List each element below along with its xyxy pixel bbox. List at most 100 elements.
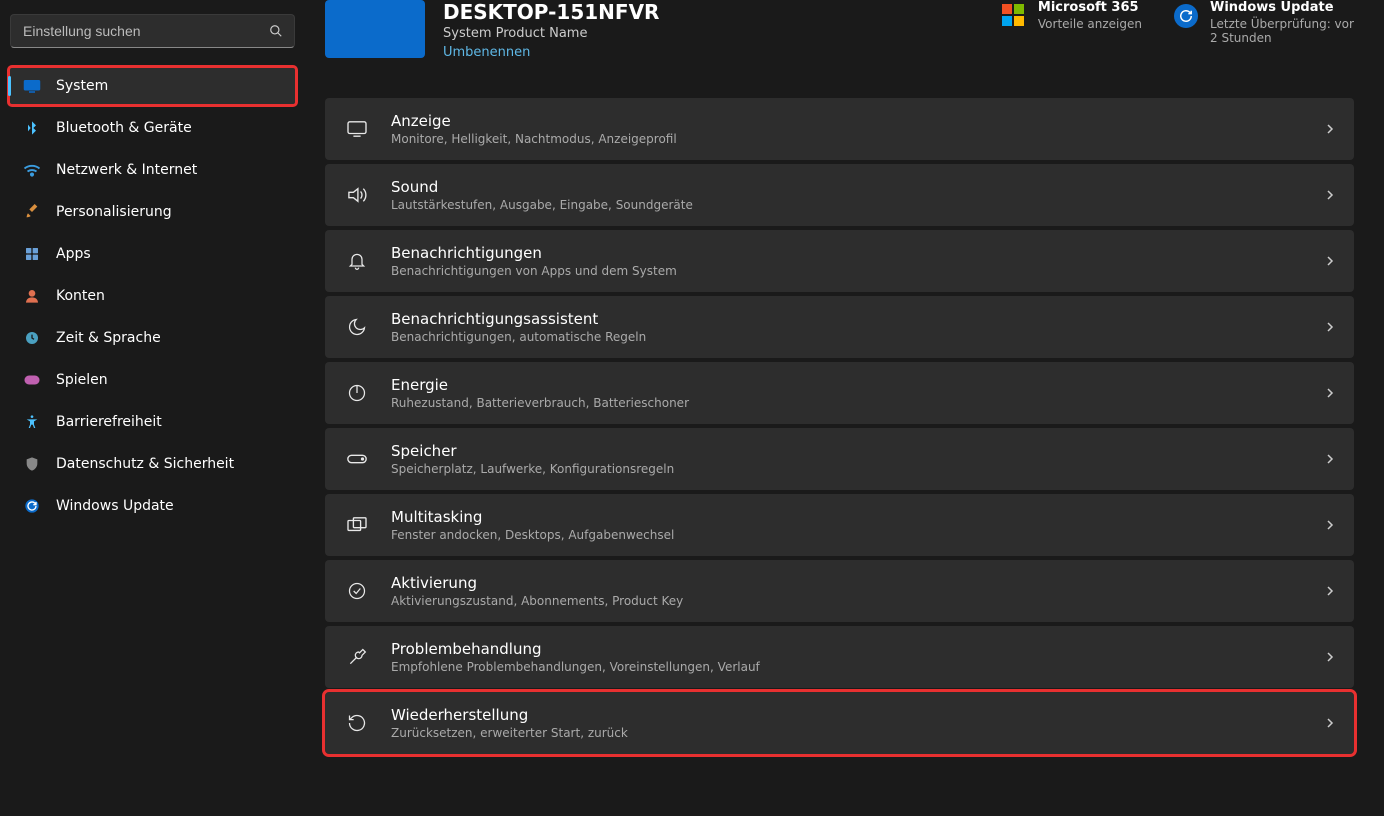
ms365-sub: Vorteile anzeigen [1038, 17, 1142, 31]
sidebar-item-spielen[interactable]: Spielen [8, 360, 297, 400]
paintbrush-icon [22, 202, 42, 222]
search-input[interactable] [10, 14, 295, 48]
chevron-right-icon [1326, 453, 1334, 465]
row-subtitle: Zurücksetzen, erweiterter Start, zurück [391, 726, 1304, 740]
row-title: Speicher [391, 442, 1304, 460]
sidebar-item-apps[interactable]: Apps [8, 234, 297, 274]
row-subtitle: Aktivierungszustand, Abonnements, Produc… [391, 594, 1304, 608]
sidebar-item-label: Personalisierung [56, 204, 172, 220]
wu-sub: Letzte Überprüfung: vor 2 Stunden [1210, 17, 1354, 45]
header-cards: Microsoft 365 Vorteile anzeigen Windows … [1002, 0, 1354, 45]
sidebar-item-label: Barrierefreiheit [56, 414, 162, 430]
clock-icon [22, 328, 42, 348]
accessibility-icon [22, 412, 42, 432]
settings-row-sound[interactable]: Sound Lautstärkestufen, Ausgabe, Eingabe,… [325, 164, 1354, 226]
sidebar-item-label: Konten [56, 288, 105, 304]
wu-title: Windows Update [1210, 0, 1354, 15]
chevron-right-icon [1326, 321, 1334, 333]
pc-tile [325, 0, 425, 58]
settings-row-wiederherstellung[interactable]: Wiederherstellung Zurücksetzen, erweitert… [325, 692, 1354, 754]
row-subtitle: Speicherplatz, Laufwerke, Konfigurations… [391, 462, 1304, 476]
sidebar-item-label: Spielen [56, 372, 108, 388]
sidebar: System Bluetooth & Geräte Netzwerk & Inter… [0, 0, 305, 816]
row-subtitle: Monitore, Helligkeit, Nachtmodus, Anzeig… [391, 132, 1304, 146]
row-title: Benachrichtigungen [391, 244, 1304, 262]
settings-row-problembehandlung[interactable]: Problembehandlung Empfohlene Problembehan… [325, 626, 1354, 688]
sidebar-item-label: Datenschutz & Sicherheit [56, 456, 234, 472]
power-icon [345, 381, 369, 405]
shield-icon [22, 454, 42, 474]
sidebar-item-konten[interactable]: Konten [8, 276, 297, 316]
row-title: Problembehandlung [391, 640, 1304, 658]
chevron-right-icon [1326, 189, 1334, 201]
sidebar-item-bluetooth-ger-te[interactable]: Bluetooth & Geräte [8, 108, 297, 148]
search-container [10, 14, 295, 48]
recovery-icon [345, 711, 369, 735]
row-title: Multitasking [391, 508, 1304, 526]
row-title: Aktivierung [391, 574, 1304, 592]
chevron-right-icon [1326, 123, 1334, 135]
settings-row-benachrichtigungsassistent[interactable]: Benachrichtigungsassistent Benachrichtigu… [325, 296, 1354, 358]
wrench-icon [345, 645, 369, 669]
bluetooth-icon [22, 118, 42, 138]
check-icon [345, 579, 369, 603]
bell-icon [345, 249, 369, 273]
chevron-right-icon [1326, 255, 1334, 267]
sidebar-item-label: Zeit & Sprache [56, 330, 161, 346]
settings-row-benachrichtigungen[interactable]: BenachrichtigungenBenachrichtigungen von… [325, 230, 1354, 292]
ms365-title: Microsoft 365 [1038, 0, 1142, 15]
sidebar-item-netzwerk-internet[interactable]: Netzwerk & Internet [8, 150, 297, 190]
rename-link[interactable]: Umbenennen [443, 45, 530, 60]
sidebar-item-label: Bluetooth & Geräte [56, 120, 192, 136]
sidebar-item-system[interactable]: System [8, 66, 297, 106]
sidebar-item-label: Netzwerk & Internet [56, 162, 197, 178]
main-content: DESKTOP-151NFVR System Product Name Umbe… [305, 0, 1384, 816]
settings-row-aktivierung[interactable]: Aktivierung Aktivierungszustand, Abonneme… [325, 560, 1354, 622]
pc-product: System Product Name [443, 26, 984, 41]
row-title: Energie [391, 376, 1304, 394]
update-icon [22, 496, 42, 516]
sidebar-item-label: System [56, 78, 108, 94]
sound-icon [345, 183, 369, 207]
chevron-right-icon [1326, 651, 1334, 663]
windows-update-card[interactable]: Windows Update Letzte Überprüfung: vor 2… [1174, 0, 1354, 45]
moon-icon [345, 315, 369, 339]
row-subtitle: Lautstärkestufen, Ausgabe, Eingabe, Soun… [391, 198, 1304, 212]
chevron-right-icon [1326, 585, 1334, 597]
apps-icon [22, 244, 42, 264]
sidebar-item-windows-update[interactable]: Windows Update [8, 486, 297, 526]
row-title: Wiederherstellung [391, 706, 1304, 724]
sidebar-item-label: Apps [56, 246, 91, 262]
sidebar-item-zeit-sprache[interactable]: Zeit & Sprache [8, 318, 297, 358]
sidebar-item-label: Windows Update [56, 498, 174, 514]
sidebar-item-personalisierung[interactable]: Personalisierung [8, 192, 297, 232]
person-icon [22, 286, 42, 306]
wifi-icon [22, 160, 42, 180]
sidebar-item-barrierefreiheit[interactable]: Barrierefreiheit [8, 402, 297, 442]
row-subtitle: Fenster andocken, Desktops, Aufgabenwech… [391, 528, 1304, 542]
settings-row-speicher[interactable]: Speicher Speicherplatz, Laufwerke, Konfig… [325, 428, 1354, 490]
row-subtitle: Ruhezustand, Batterieverbrauch, Batterie… [391, 396, 1304, 410]
system-header: DESKTOP-151NFVR System Product Name Umbe… [325, 0, 1354, 60]
update-icon [1174, 4, 1198, 28]
pc-info: DESKTOP-151NFVR System Product Name Umbe… [443, 0, 984, 60]
settings-row-energie[interactable]: Energie Ruhezustand, Batterieverbrauch, B… [325, 362, 1354, 424]
settings-row-multitasking[interactable]: Multitasking Fenster andocken, Desktops, … [325, 494, 1354, 556]
storage-icon [345, 447, 369, 471]
row-title: Sound [391, 178, 1304, 196]
ms365-card[interactable]: Microsoft 365 Vorteile anzeigen [1002, 0, 1142, 45]
sidebar-nav: System Bluetooth & Geräte Netzwerk & Inter… [8, 66, 297, 526]
gamepad-icon [22, 370, 42, 390]
settings-rows: AnzeigeMonitore, Helligkeit, Nachtmodus,… [325, 98, 1354, 754]
row-title: Benachrichtigungsassistent [391, 310, 1304, 328]
pc-name: DESKTOP-151NFVR [443, 0, 984, 24]
chevron-right-icon [1326, 387, 1334, 399]
multitask-icon [345, 513, 369, 537]
display-icon [22, 76, 42, 96]
sidebar-item-datenschutz-sicherheit[interactable]: Datenschutz & Sicherheit [8, 444, 297, 484]
settings-row-anzeige[interactable]: AnzeigeMonitore, Helligkeit, Nachtmodus,… [325, 98, 1354, 160]
search-icon [269, 24, 283, 38]
monitor-icon [345, 117, 369, 141]
row-subtitle: Empfohlene Problembehandlungen, Voreinst… [391, 660, 1304, 674]
row-subtitle: Benachrichtigungen, automatische Regeln [391, 330, 1304, 344]
